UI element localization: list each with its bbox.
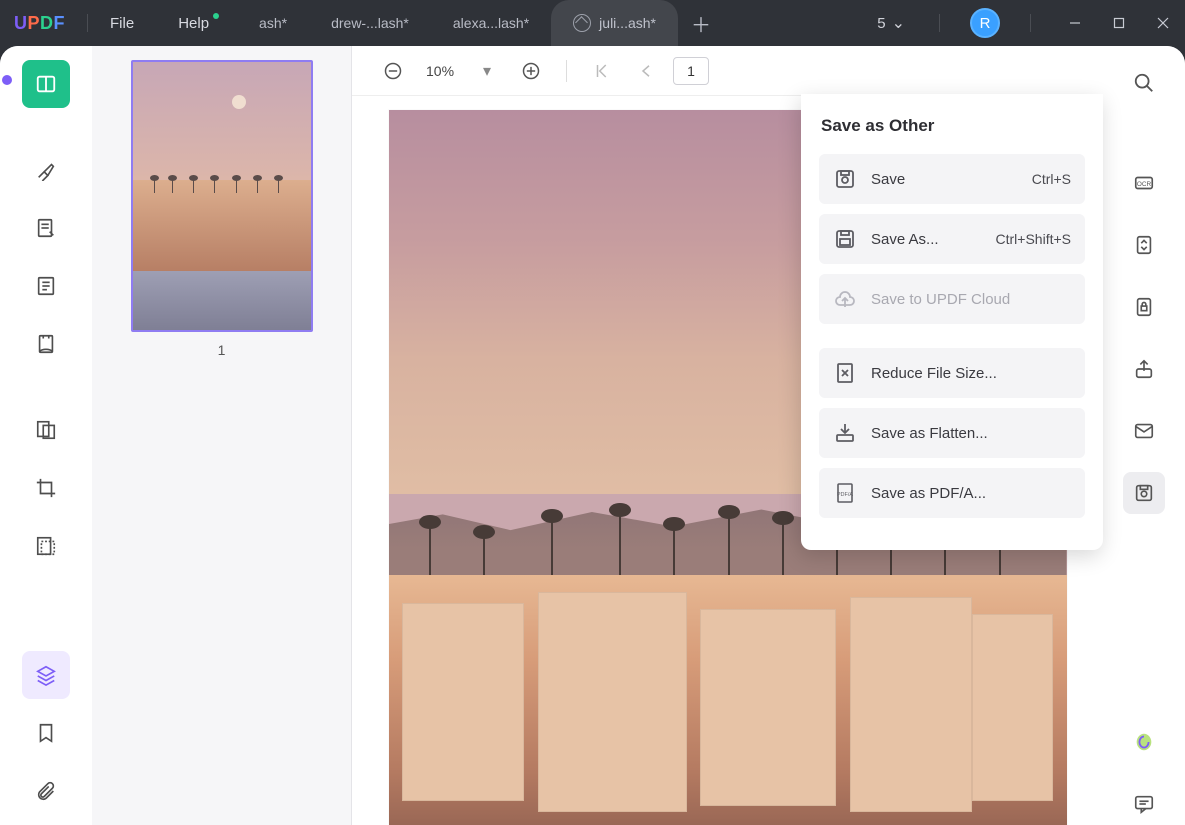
first-page-button[interactable] [585, 54, 619, 88]
share-button[interactable] [1123, 348, 1165, 390]
email-button[interactable] [1123, 410, 1165, 452]
svg-text:PDF/A: PDF/A [837, 492, 854, 498]
edit-text-tool-button[interactable] [22, 262, 70, 310]
maximize-button[interactable] [1097, 0, 1141, 46]
document-tab[interactable]: alexa...lash* [431, 0, 551, 46]
ai-assistant-button[interactable] [1123, 721, 1165, 763]
pdfa-icon: PDF/A [833, 481, 857, 505]
menu-item-label: Reduce File Size... [871, 365, 997, 382]
annotate-tool-button[interactable] [22, 204, 70, 252]
ocr-button[interactable]: OCR [1123, 162, 1165, 204]
tab-doc-icon [573, 14, 591, 32]
save-icon [833, 167, 857, 191]
save-menu-item[interactable]: Save Ctrl+S [819, 154, 1085, 204]
thumbnail-panel: 1 [92, 46, 352, 825]
titlebar-right: 5 ⌄ R [877, 0, 1185, 46]
view-toolbar: 10% ▾ [352, 46, 1103, 96]
search-button[interactable] [1123, 62, 1165, 104]
menu-item-label: Save as Flatten... [871, 425, 988, 442]
save-panel-title: Save as Other [819, 116, 1085, 136]
save-cloud-menu-item[interactable]: Save to UPDF Cloud [819, 274, 1085, 324]
document-tab[interactable]: drew-...lash* [309, 0, 431, 46]
save-as-menu-item[interactable]: Save As... Ctrl+Shift+S [819, 214, 1085, 264]
bookmark-button[interactable] [22, 709, 70, 757]
menu-item-label: Save [871, 171, 905, 188]
save-as-other-button[interactable] [1123, 472, 1165, 514]
minimize-button[interactable] [1053, 0, 1097, 46]
save-flatten-menu-item[interactable]: Save as Flatten... [819, 408, 1085, 458]
app-body: 1 10% ▾ [0, 46, 1185, 825]
crop-tool-button[interactable] [22, 464, 70, 512]
tab-count[interactable]: 5 [877, 15, 885, 32]
menu-item-shortcut: Ctrl+S [1032, 171, 1071, 187]
divider [1030, 14, 1031, 32]
save-as-other-panel: Save as Other Save Ctrl+S Save As... Ctr… [801, 94, 1103, 550]
divider [566, 60, 567, 82]
tab-label: juli...ash* [599, 15, 656, 31]
menu-item-label: Save as PDF/A... [871, 485, 986, 502]
zoom-in-button[interactable] [514, 54, 548, 88]
titlebar: UPDF File Help ash* drew-...lash* alexa.… [0, 0, 1185, 46]
attachment-button[interactable] [22, 767, 70, 815]
reader-mode-button[interactable] [22, 60, 70, 108]
tab-label: drew-...lash* [331, 15, 409, 31]
close-button[interactable] [1141, 0, 1185, 46]
add-tab-button[interactable]: ＋ [678, 0, 724, 46]
page-thumbnail[interactable] [131, 60, 313, 332]
zoom-level-label: 10% [426, 63, 454, 79]
zoom-dropdown-button[interactable]: ▾ [470, 54, 504, 88]
comment-button[interactable] [1123, 783, 1165, 825]
tab-label: ash* [259, 15, 287, 31]
save-as-icon [833, 227, 857, 251]
flatten-icon [833, 421, 857, 445]
tab-label: alexa...lash* [453, 15, 529, 31]
help-notification-dot [213, 13, 219, 19]
right-tool-rail: OCR [1103, 46, 1185, 825]
menu-help[interactable]: Help [178, 15, 209, 32]
cloud-upload-icon [833, 287, 857, 311]
watermark-tool-button[interactable] [22, 522, 70, 570]
organize-pages-button[interactable] [22, 406, 70, 454]
highlighter-tool-button[interactable] [22, 146, 70, 194]
svg-text:OCR: OCR [1137, 181, 1152, 188]
save-pdfa-menu-item[interactable]: PDF/A Save as PDF/A... [819, 468, 1085, 518]
prev-page-button[interactable] [629, 54, 663, 88]
document-tabs: ash* drew-...lash* alexa...lash* juli...… [237, 0, 724, 46]
reduce-size-menu-item[interactable]: Reduce File Size... [819, 348, 1085, 398]
protect-button[interactable] [1123, 286, 1165, 328]
menu-file[interactable]: File [110, 15, 134, 32]
convert-button[interactable] [1123, 224, 1165, 266]
layers-button[interactable] [22, 651, 70, 699]
menu-item-label: Save to UPDF Cloud [871, 291, 1010, 308]
document-tab-active[interactable]: juli...ash* [551, 0, 678, 46]
app-logo: UPDF [14, 13, 65, 34]
page-number-input[interactable] [673, 57, 709, 85]
thumbnail-page-number: 1 [218, 342, 226, 358]
user-avatar[interactable]: R [970, 8, 1000, 38]
chevron-down-icon[interactable]: ⌄ [892, 13, 905, 33]
left-tool-rail [0, 46, 92, 825]
divider [87, 14, 88, 32]
accent-dot [2, 75, 12, 85]
zoom-out-button[interactable] [376, 54, 410, 88]
menu-item-label: Save As... [871, 231, 939, 248]
document-tab[interactable]: ash* [237, 0, 309, 46]
menu-help-label: Help [178, 15, 209, 32]
menu-item-shortcut: Ctrl+Shift+S [996, 231, 1071, 247]
form-tool-button[interactable] [22, 320, 70, 368]
compress-icon [833, 361, 857, 385]
divider [939, 14, 940, 32]
